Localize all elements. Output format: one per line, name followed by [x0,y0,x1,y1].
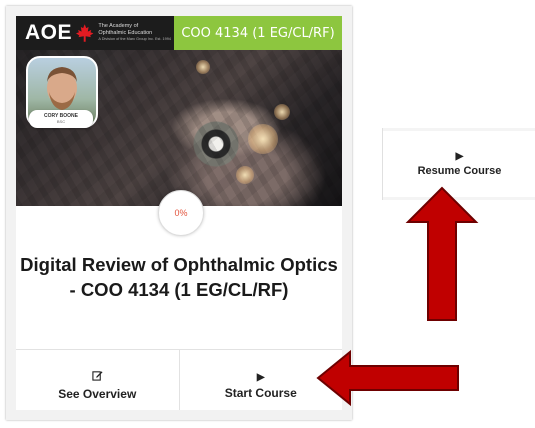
annotation-arrows [316,186,479,407]
left-arrow-annotation [316,349,459,407]
up-arrow-annotation [405,186,479,321]
